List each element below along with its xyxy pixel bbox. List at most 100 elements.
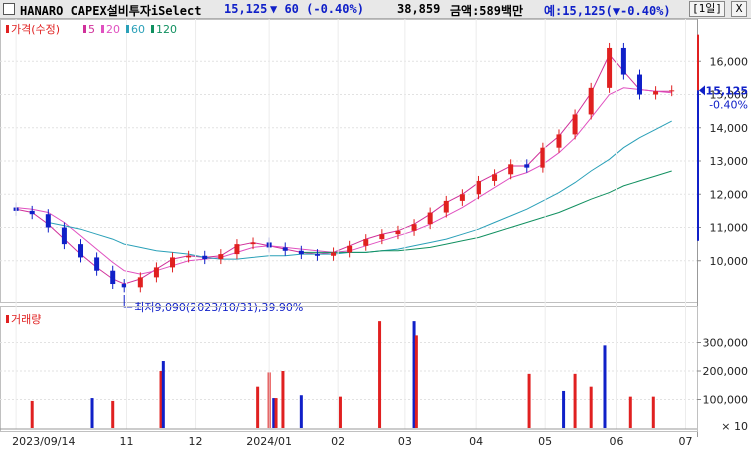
- select-checkbox[interactable]: [3, 3, 15, 15]
- candle-body: [170, 257, 176, 268]
- volume-bar: [562, 390, 566, 428]
- date-tick-label: 04: [469, 435, 483, 448]
- legend-swatch: [101, 25, 104, 33]
- volume-bar: [628, 396, 632, 428]
- candle-body: [459, 194, 465, 201]
- legend-label: 120: [156, 23, 177, 36]
- range-bar-up: [697, 34, 699, 91]
- date-tick-label: 02: [331, 435, 345, 448]
- volume-bar: [378, 321, 382, 428]
- volume-bar: [299, 395, 303, 428]
- candle-body: [202, 255, 208, 260]
- candle-body: [110, 270, 116, 285]
- volume-frame: [0, 306, 698, 432]
- legend-label: 5: [88, 23, 95, 36]
- candle-body: [314, 254, 320, 256]
- close-button[interactable]: X: [731, 1, 747, 17]
- low-arrow: [123, 295, 133, 308]
- date-tick-label: 07: [678, 435, 692, 448]
- volume-bar: [573, 373, 577, 428]
- price-change: ▼ 60 (-0.40%): [270, 2, 364, 16]
- price-tick-label: 16,000: [710, 55, 749, 68]
- volume-tick-label: 100,000: [703, 394, 749, 407]
- candle-body: [475, 180, 481, 195]
- expected-price: 예:15,125(▼-0.40%): [544, 4, 671, 18]
- current-price: 15,125: [224, 2, 268, 16]
- volume-bar: [281, 371, 285, 428]
- candle-body: [540, 147, 546, 168]
- volume-legend-swatch: [6, 315, 9, 323]
- candle-body: [524, 164, 530, 168]
- ma5-line: [15, 53, 672, 285]
- current-price-marker: [699, 85, 705, 96]
- price-tick-label: 13,000: [710, 155, 749, 168]
- date-tick-label: 03: [398, 435, 412, 448]
- legend-label: 60: [131, 23, 145, 36]
- candle-body: [443, 200, 449, 213]
- candle-body: [347, 245, 353, 253]
- candle-body: [620, 47, 626, 75]
- volume-bar: [274, 398, 278, 428]
- volume-tick-label: 300,000: [703, 337, 749, 350]
- date-tick-label: 11: [120, 435, 134, 448]
- volume-bar: [589, 386, 593, 428]
- volume-bar: [527, 373, 531, 428]
- candle-body: [282, 247, 288, 251]
- price-axis: 16,00015,00014,00013,00012,00011,00010,0…: [697, 34, 749, 268]
- candle-body: [137, 277, 143, 288]
- legend-swatch: [83, 25, 86, 33]
- period-button[interactable]: [1일]: [689, 1, 725, 17]
- candle-body: [492, 174, 498, 181]
- candle-body: [298, 250, 304, 255]
- candle-body: [572, 114, 578, 135]
- candle-body: [250, 242, 256, 245]
- date-tick-label: 12: [189, 435, 203, 448]
- candle-body: [234, 244, 240, 255]
- candle-body: [508, 164, 514, 175]
- candle-body: [636, 74, 642, 95]
- volume-bar: [111, 400, 115, 428]
- candle-body: [61, 227, 67, 245]
- volume-bar: [256, 386, 260, 428]
- ma60-line: [48, 120, 672, 260]
- date-tick-label: 06: [609, 435, 623, 448]
- volume-bar: [414, 335, 418, 428]
- volume-bar: [338, 396, 342, 428]
- candle-body: [331, 252, 337, 256]
- candle-body: [153, 267, 159, 278]
- trade-volume: 38,859: [397, 2, 441, 16]
- low-annotation: 최저9,090(2023/10/31),39.90%: [134, 301, 303, 314]
- candle-body: [588, 87, 594, 115]
- instrument-title: HANARO CAPEX설비투자iSelect: [20, 4, 202, 18]
- volume-bar: [30, 400, 34, 428]
- date-tick-label: 05: [538, 435, 552, 448]
- price-grid: [0, 19, 698, 437]
- legend-label: 20: [106, 23, 120, 36]
- candle-body: [395, 230, 401, 235]
- volume-bar: [603, 345, 607, 428]
- candle-body: [411, 224, 417, 231]
- current-change-label: -0.40%: [709, 98, 748, 111]
- candle-body: [121, 284, 127, 288]
- volume-axis: 300,000 200,000 100,000 × 10: [697, 337, 749, 433]
- price-tick-label: 11,000: [710, 222, 749, 235]
- volume-bar: [651, 396, 655, 428]
- candle-body: [669, 90, 675, 92]
- volume-unit-label: × 10: [721, 420, 748, 433]
- candle-body: [45, 214, 51, 228]
- trade-amount: 금액:589백만: [450, 4, 524, 18]
- candle-body: [218, 254, 224, 260]
- volume-legend-label: 거래량: [11, 313, 41, 326]
- volume-bar: [161, 361, 165, 428]
- candle-body: [363, 239, 369, 246]
- legend-swatch: [6, 25, 9, 33]
- legend-swatch: [126, 25, 129, 33]
- legend-swatch: [151, 25, 154, 33]
- candle-body: [653, 91, 659, 95]
- date-tick-label: 2024/01: [246, 435, 292, 448]
- date-tick-label: 2023/09/14: [12, 435, 75, 448]
- price-tick-label: 14,000: [710, 122, 749, 135]
- candle-body: [379, 234, 385, 240]
- candle-body: [78, 244, 84, 258]
- stock-chart: 16,00015,00014,00013,00012,00011,00010,0…: [0, 19, 749, 448]
